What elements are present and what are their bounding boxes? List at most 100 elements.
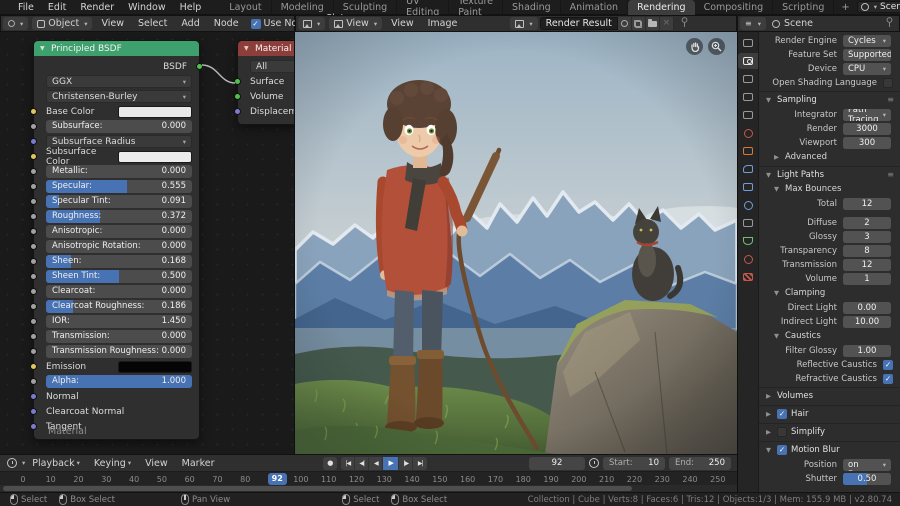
display-mode-dropdown[interactable]: View ▾ [329,17,382,30]
gray-socket-icon[interactable] [30,183,37,190]
expand-open-icon[interactable]: ▼ [766,446,773,454]
expand-closed-icon[interactable]: ▶ [774,153,781,161]
current-frame-field[interactable]: 92 [529,457,585,470]
node-slider[interactable]: Sheen:0.168 [46,255,192,268]
scene-selector[interactable]: ▾ Scene × [857,1,900,13]
material-output-node[interactable]: ▼ Material Out All SurfaceVolumeDisplace… [237,40,295,125]
prop-checkbox[interactable]: ✓ [883,374,893,384]
jump-end-button[interactable]: ▶| [413,457,427,470]
tab-compositing[interactable]: Compositing [695,0,774,15]
subpanel-header-max-bounces[interactable]: ▼Max Bounces [759,182,900,196]
color-swatch[interactable] [118,151,192,163]
render-result-view[interactable] [295,32,737,454]
menu-render[interactable]: Render [73,0,121,15]
constraints-icon[interactable] [738,215,758,231]
panel-header-volumes[interactable]: ▶Volumes [759,387,900,403]
tab-modeling[interactable]: Modeling [272,0,334,15]
prop-value-field[interactable]: 10.00 [843,316,891,328]
node-slider[interactable]: Transmission Roughness:0.000 [46,345,192,358]
auto-keying-stopwatch-icon[interactable] [589,458,599,468]
gray-socket-icon[interactable] [30,168,37,175]
browse-image-button[interactable]: ▾ [510,17,537,30]
menu-file[interactable]: File [11,0,41,15]
menu-edit[interactable]: Edit [41,0,73,15]
tab-uv-editing[interactable]: UV Editing [397,0,449,15]
next-keyframe-button[interactable]: |▶ [399,457,413,470]
shader-menu-view[interactable]: View [94,16,131,31]
panel-header-sampling[interactable]: ▼Sampling≡ [759,91,900,107]
purple-socket-icon[interactable] [30,423,37,430]
gray-socket-icon[interactable] [30,198,37,205]
yellow-socket-icon[interactable] [30,363,37,370]
prop-dropdown[interactable]: Supported▾ [843,49,891,61]
image-menu-image[interactable]: Image [421,16,465,31]
purple-socket-icon[interactable] [30,408,37,415]
timeline-menu-marker[interactable]: Marker [175,456,222,471]
object-data-icon[interactable] [738,233,758,249]
prop-dropdown[interactable]: Center on Frame▾ [843,459,891,471]
panel-header-simplify[interactable]: ▶Simplify [759,423,900,439]
tab-layout[interactable]: Layout [220,0,271,15]
expand-closed-icon[interactable]: ▶ [766,410,773,418]
node-slider[interactable]: Anisotropic:0.000 [46,225,192,238]
node-slider[interactable]: Sheen Tint:0.500 [46,270,192,283]
fake-user-button[interactable] [618,17,632,30]
texture-icon[interactable] [738,269,758,285]
gray-socket-icon[interactable] [30,123,37,130]
prop-value-field[interactable]: 300 [843,137,891,149]
tool-icon[interactable] [738,35,758,51]
expand-open-icon[interactable]: ▼ [766,96,773,104]
expand-open-icon[interactable]: ▼ [774,332,781,340]
object-icon[interactable] [738,143,758,159]
tab-scripting[interactable]: Scripting [773,0,834,15]
zoom-view-button[interactable] [708,38,725,55]
gray-socket-icon[interactable] [30,243,37,250]
expand-open-icon[interactable]: ▼ [774,289,781,297]
expand-closed-icon[interactable]: ▶ [766,428,773,436]
gray-socket-icon[interactable] [30,318,37,325]
shader-menu-select[interactable]: Select [131,16,174,31]
timeline-menu-keying[interactable]: Keying▾ [87,456,138,471]
tab-animation[interactable]: Animation [561,0,628,15]
pin-icon[interactable] [680,17,689,30]
prop-value-field[interactable]: 2 [843,217,891,229]
menu-help[interactable]: Help [173,0,209,15]
green-socket-icon[interactable] [234,93,241,100]
prop-dropdown[interactable]: Cycles▾ [843,35,891,47]
modifiers-icon[interactable] [738,161,758,177]
node-slider[interactable]: Roughness:0.372 [46,210,192,223]
timeline-scrollbar[interactable] [0,485,737,492]
prop-dropdown[interactable]: CPU▾ [843,63,891,75]
jump-start-button[interactable]: |◀ [341,457,355,470]
prev-keyframe-button[interactable]: ◀| [355,457,369,470]
principled-bsdf-node[interactable]: ▼ Principled BSDF BSDFGGX▾Christensen-Bu… [33,40,200,440]
editor-type-button[interactable]: ▾ [3,17,28,30]
node-slider[interactable]: Clearcoat Roughness:0.186 [46,300,192,313]
frame-end-field[interactable]: End: 250 [669,457,731,470]
color-swatch[interactable] [118,106,192,118]
gray-socket-icon[interactable] [30,213,37,220]
timeline-menu-view[interactable]: View [138,456,175,471]
gray-socket-icon[interactable] [30,228,37,235]
tab-rendering[interactable]: Rendering [628,0,695,15]
playhead-badge[interactable]: 92 [268,473,287,485]
particles-icon[interactable] [738,179,758,195]
checkbox-checked-icon[interactable]: ✓ [251,19,261,29]
new-image-button[interactable] [632,17,646,30]
subpanel-header-clamping[interactable]: ▼Clamping [759,286,900,300]
presets-icon[interactable]: ≡ [887,170,894,179]
yellow-socket-icon[interactable] [30,108,37,115]
node-slider[interactable]: Anisotropic Rotation:0.000 [46,240,192,253]
scene-icon[interactable] [738,107,758,123]
purple-socket-icon[interactable] [30,393,37,400]
editor-type-button[interactable]: ▾ [298,17,325,30]
output-target-dropdown[interactable]: All [250,60,295,73]
expand-open-icon[interactable]: ▼ [774,185,781,193]
node-dropdown[interactable]: Christensen-Burley▾ [46,90,192,103]
panel-header-motion-blur[interactable]: ▼✓Motion Blur [759,441,900,457]
shader-editor[interactable]: ▼ Principled BSDF BSDFGGX▾Christensen-Bu… [0,32,295,454]
add-workspace-button[interactable]: + [834,2,856,13]
green-socket-icon[interactable] [234,78,241,85]
node-slider[interactable]: Specular:0.555 [46,180,192,193]
prop-checkbox[interactable] [883,78,893,88]
